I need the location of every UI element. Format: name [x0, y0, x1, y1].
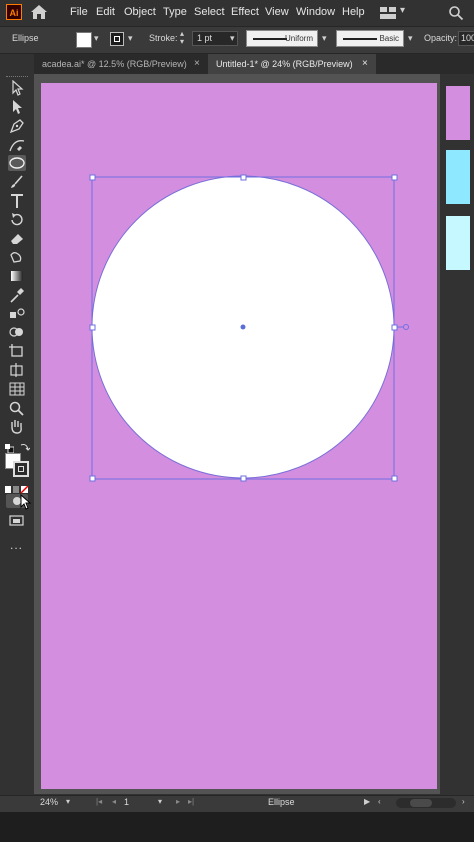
resize-handle-right[interactable]: [391, 324, 398, 331]
slice-tool-icon[interactable]: [8, 362, 26, 378]
brush-select[interactable]: Basic: [336, 30, 404, 47]
panel-swatch-pale-cyan[interactable]: [446, 216, 470, 270]
brush-label: Basic: [379, 34, 399, 43]
menu-effect[interactable]: Effect: [231, 6, 259, 18]
stroke-color-swatch[interactable]: [110, 32, 124, 46]
menu-type[interactable]: Type: [163, 6, 187, 18]
close-icon[interactable]: ×: [362, 54, 368, 74]
edit-toolbar-button[interactable]: ...: [10, 538, 23, 552]
warp-tool-icon[interactable]: [8, 249, 26, 265]
app-logo: Ai: [6, 4, 22, 20]
scroll-right-icon[interactable]: ›: [462, 797, 465, 806]
tab-label: Untitled-1* @ 24% (RGB/Preview): [216, 59, 353, 69]
pie-widget-handle[interactable]: [403, 324, 409, 330]
workspace-switcher-icon[interactable]: [380, 6, 396, 19]
swap-colors-icon[interactable]: [20, 439, 31, 451]
hand-tool-icon[interactable]: [8, 418, 26, 434]
stroke-profile-select[interactable]: Uniform: [246, 30, 318, 47]
tab-acadea[interactable]: acadea.ai* @ 12.5% (RGB/Preview) ×: [34, 54, 210, 74]
home-icon[interactable]: [30, 4, 48, 20]
last-artboard-icon[interactable]: ▸|: [188, 797, 194, 806]
chevron-down-icon[interactable]: ▾: [94, 33, 99, 44]
stroke-weight-stepper[interactable]: ▴ ▾: [180, 30, 184, 46]
bottom-strip: [0, 812, 474, 842]
pen-tool-icon[interactable]: [8, 118, 26, 134]
previous-artboard-icon[interactable]: ◂: [112, 797, 116, 806]
resize-handle-bottom-left[interactable]: [89, 475, 96, 482]
type-tool-icon[interactable]: [8, 193, 26, 209]
chevron-down-icon[interactable]: ▾: [408, 33, 413, 44]
chevron-down-icon[interactable]: ▾: [66, 797, 70, 806]
stroke-profile-label: Uniform: [284, 34, 313, 43]
screen-mode-icon[interactable]: [9, 514, 25, 526]
blend-tool-icon[interactable]: [8, 306, 26, 322]
direct-selection-tool-icon[interactable]: [8, 99, 26, 115]
stroke-label[interactable]: Stroke:: [149, 33, 178, 43]
eraser-tool-icon[interactable]: [8, 230, 26, 246]
menu-object[interactable]: Object: [124, 6, 156, 18]
color-mode-buttons[interactable]: [5, 481, 29, 494]
chart-tool-icon[interactable]: [8, 381, 26, 397]
resize-handle-top-right[interactable]: [391, 174, 398, 181]
resize-handle-top-left[interactable]: [89, 174, 96, 181]
shape-builder-tool-icon[interactable]: [8, 325, 26, 341]
next-artboard-icon[interactable]: ▸: [176, 797, 180, 806]
artboard[interactable]: [41, 83, 437, 789]
chevron-down-icon[interactable]: ▾: [230, 33, 235, 44]
menu-select[interactable]: Select: [194, 6, 225, 18]
default-colors-icon[interactable]: [5, 440, 15, 454]
artboard-number[interactable]: 1: [124, 797, 129, 807]
resize-handle-left[interactable]: [89, 324, 96, 331]
tab-untitled-1[interactable]: Untitled-1* @ 24% (RGB/Preview) ×: [208, 54, 376, 74]
panel-swatch-cyan[interactable]: [446, 150, 470, 204]
menu-edit[interactable]: Edit: [96, 6, 115, 18]
zoom-tool-icon[interactable]: [8, 400, 26, 416]
opacity-label[interactable]: Opacity:: [424, 33, 457, 43]
fill-color-swatch[interactable]: [76, 32, 92, 48]
status-current-tool: Ellipse: [268, 797, 295, 807]
opacity-field[interactable]: 100%: [458, 31, 474, 46]
profile-line-preview: [253, 38, 287, 40]
tab-label: acadea.ai* @ 12.5% (RGB/Preview): [42, 59, 187, 69]
zoom-level[interactable]: 24%: [40, 797, 58, 807]
chevron-down-icon[interactable]: ▾: [400, 5, 405, 16]
eyedropper-tool-icon[interactable]: [8, 287, 26, 303]
panel-swatch-lavender[interactable]: [446, 86, 470, 140]
resize-handle-top[interactable]: [240, 174, 247, 181]
mouse-cursor-icon: [20, 493, 32, 510]
resize-handle-bottom-right[interactable]: [391, 475, 398, 482]
resize-handle-bottom[interactable]: [240, 475, 247, 482]
gradient-tool-icon[interactable]: [8, 268, 26, 284]
chevron-down-icon[interactable]: ▾: [158, 797, 162, 806]
stroke-inner-indicator: [18, 466, 24, 472]
menu-file[interactable]: File: [70, 6, 88, 18]
rotate-tool-icon[interactable]: [8, 211, 26, 227]
ellipse-tool-icon[interactable]: [8, 155, 26, 171]
brush-line-preview: [343, 38, 377, 40]
menu-view[interactable]: View: [265, 6, 289, 18]
menu-help[interactable]: Help: [342, 6, 365, 18]
chevron-down-icon[interactable]: ▾: [128, 33, 133, 44]
scroll-left-icon[interactable]: ‹: [378, 797, 381, 806]
menu-window[interactable]: Window: [296, 6, 335, 18]
center-point[interactable]: [240, 324, 246, 330]
curvature-tool-icon[interactable]: [8, 137, 26, 153]
selected-object-type: Ellipse: [12, 33, 39, 43]
scrollbar-thumb[interactable]: [410, 799, 432, 807]
search-icon[interactable]: [448, 5, 464, 21]
play-icon[interactable]: ▶: [364, 797, 370, 806]
selected-ellipse-group[interactable]: [41, 83, 437, 789]
chevron-down-icon[interactable]: ▾: [322, 33, 327, 44]
selection-tool-icon[interactable]: [8, 80, 26, 96]
artboard-tool-icon[interactable]: [8, 343, 26, 359]
paintbrush-tool-icon[interactable]: [8, 174, 26, 190]
first-artboard-icon[interactable]: |◂: [96, 797, 102, 806]
close-icon[interactable]: ×: [194, 54, 200, 74]
